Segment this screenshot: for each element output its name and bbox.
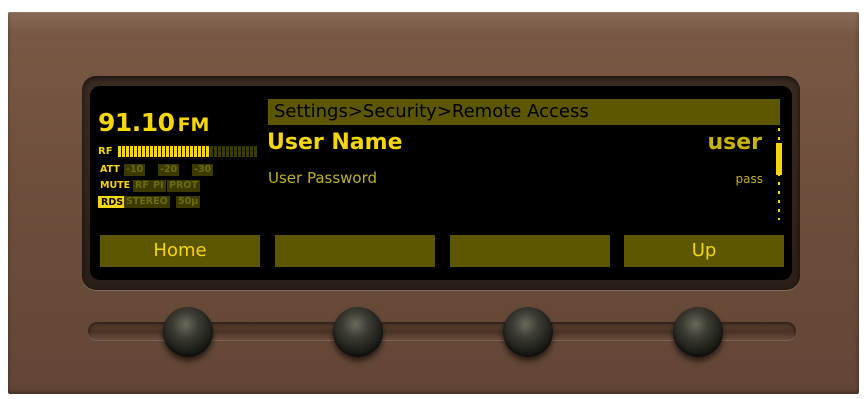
menu-scrollbar-thumb [776, 143, 782, 175]
band-label: FM [177, 114, 210, 136]
rf-level-segment [250, 146, 253, 157]
rf-level-segment [186, 146, 189, 157]
rf-level-segment [190, 146, 193, 157]
rf-level-segment [158, 146, 161, 157]
rf-level-segment [238, 146, 241, 157]
rf-level-segment [234, 146, 237, 157]
prot-indicator: PROT [167, 180, 200, 192]
menu-item-user-name-value[interactable]: user [707, 128, 762, 158]
rf-level-segment [122, 146, 125, 157]
rf-level-segment [138, 146, 141, 157]
softkey-up[interactable]: Up [624, 235, 784, 267]
rf-level-segment [146, 146, 149, 157]
att-option-10: -10 [124, 164, 146, 176]
knob-3[interactable] [503, 307, 553, 357]
rf-level-segment [150, 146, 153, 157]
rf-level-segment [174, 146, 177, 157]
knob-1[interactable] [163, 307, 213, 357]
stereo-indicator: STEREO [124, 196, 170, 208]
frequency-value: 91.10 [98, 108, 175, 137]
pi-indicator: PI [151, 180, 166, 192]
knob-2[interactable] [333, 307, 383, 357]
rf-level-segment [162, 146, 165, 157]
rds-indicator: RDS [98, 196, 127, 208]
rf-level-segment [206, 146, 209, 157]
att-option-30: -30 [192, 164, 214, 176]
deemphasis-indicator: 50μ [176, 196, 201, 208]
rf-level-segment [246, 146, 249, 157]
rf-level-segment [194, 146, 197, 157]
menu-item-user-password-label[interactable]: User Password [268, 168, 377, 188]
rf-level-segment [226, 146, 229, 157]
rf-level-segment [242, 146, 245, 157]
softkey-home[interactable]: Home [100, 235, 260, 267]
rf-level-segment [218, 146, 221, 157]
rf-level-segment [222, 146, 225, 157]
rf-indicator: RF [133, 180, 151, 192]
menu-item-user-name-label[interactable]: User Name [267, 128, 403, 158]
rf-level-segment [154, 146, 157, 157]
rf-level-segment [166, 146, 169, 157]
rf-level-segment [118, 146, 121, 157]
rf-level-segment [214, 146, 217, 157]
softkey-3[interactable] [450, 235, 610, 267]
rf-level-segment [134, 146, 137, 157]
rf-level-segment [130, 146, 133, 157]
breadcrumb: Settings>Security>Remote Access [268, 99, 780, 125]
att-label: ATT [100, 164, 120, 175]
rf-level-segment [126, 146, 129, 157]
att-option-20: -20 [158, 164, 180, 176]
rf-level-segment [178, 146, 181, 157]
rf-level-segment [182, 146, 185, 157]
rf-level-segment [142, 146, 145, 157]
mute-label: MUTE [100, 180, 131, 191]
rf-level-segment [170, 146, 173, 157]
rf-level-segment [202, 146, 205, 157]
rf-level-segment [198, 146, 201, 157]
rf-level-segment [210, 146, 213, 157]
rf-level-segment [230, 146, 233, 157]
rf-label: RF [98, 146, 113, 157]
rf-level-meter [118, 146, 257, 157]
knob-4[interactable] [673, 307, 723, 357]
frequency-readout: 91.10 FM [98, 108, 209, 140]
softkey-2[interactable] [275, 235, 435, 267]
menu-item-user-password-value[interactable]: pass [736, 170, 763, 188]
rf-level-segment [254, 146, 257, 157]
